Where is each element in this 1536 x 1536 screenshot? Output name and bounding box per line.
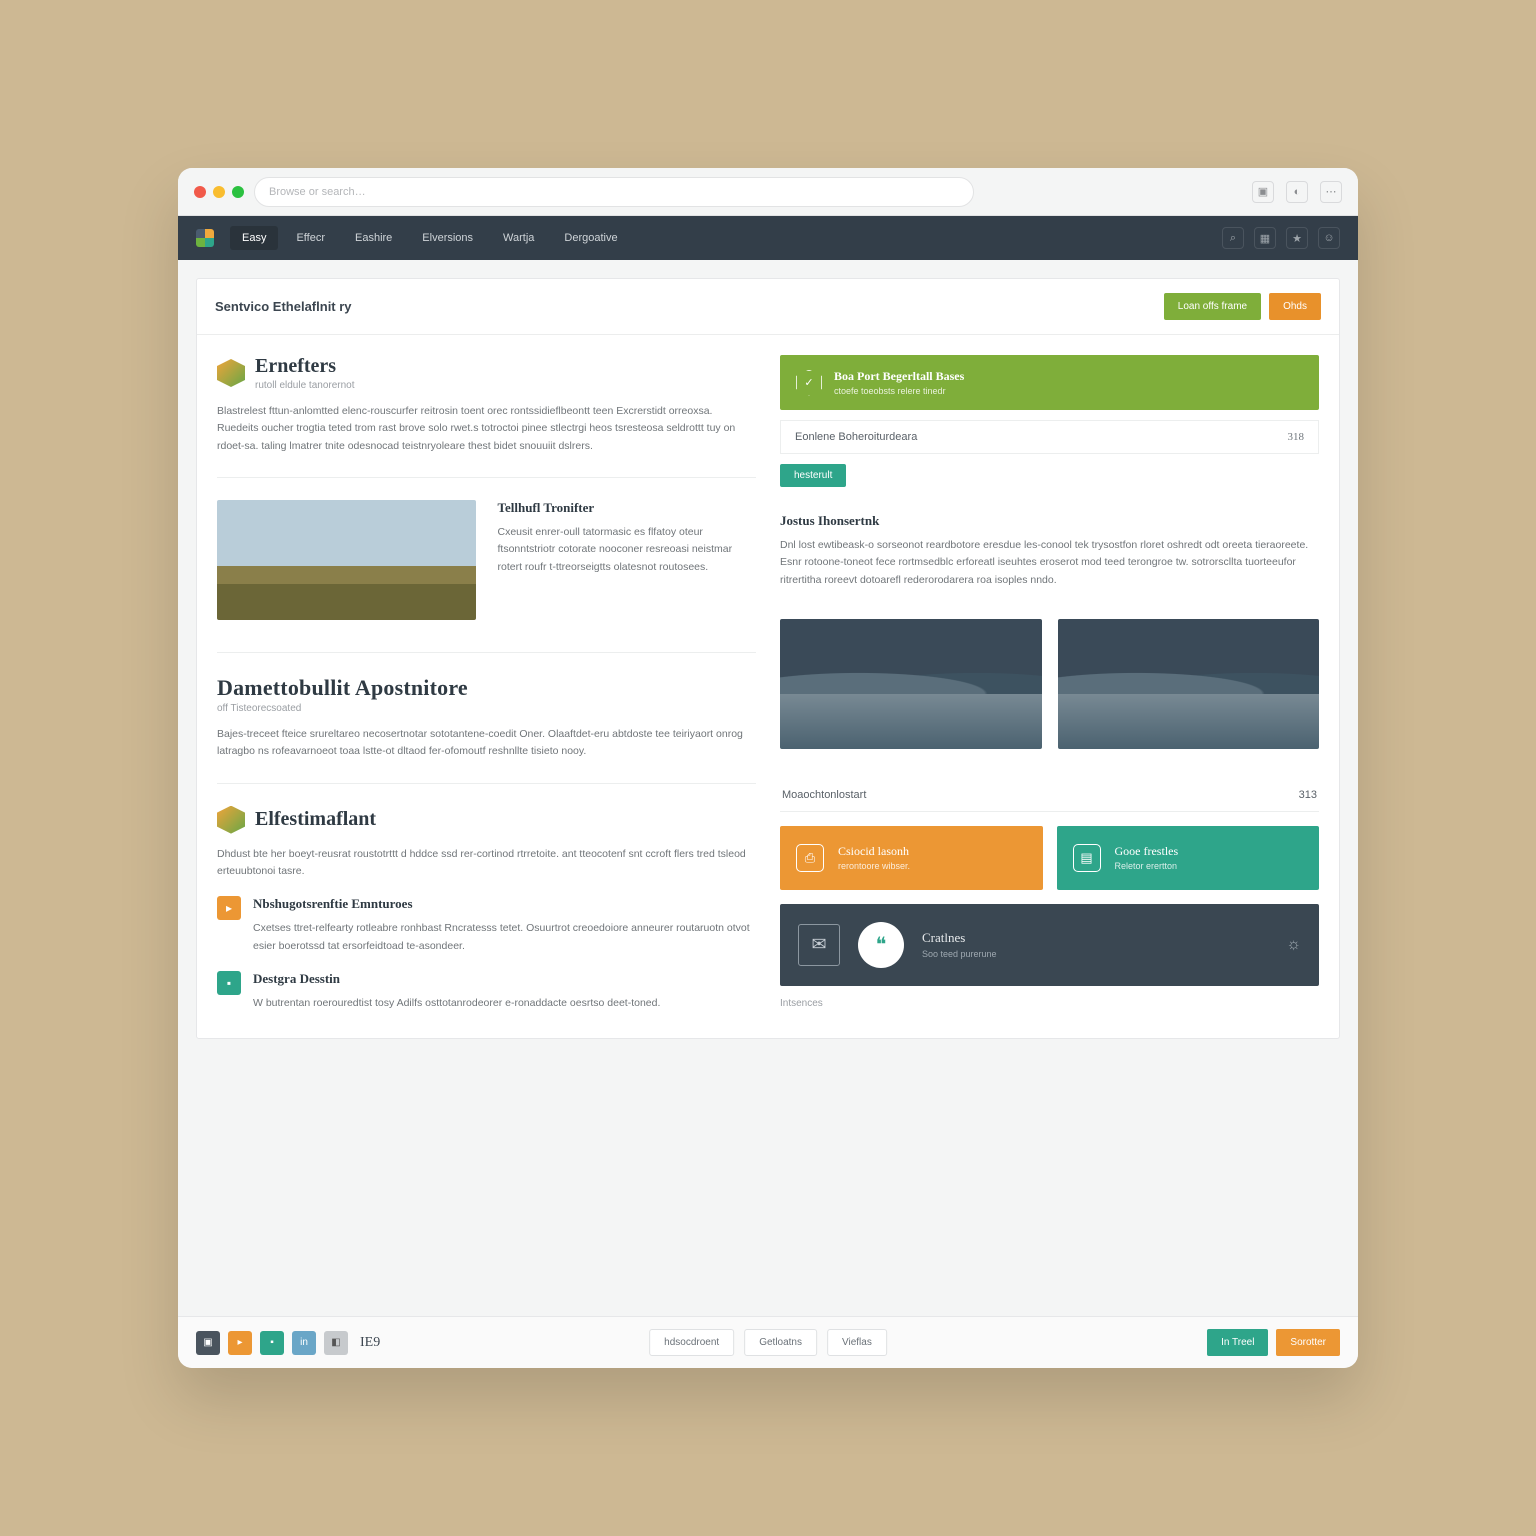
minimize-window-icon[interactable]: [213, 186, 225, 198]
nav-item-0[interactable]: Easy: [230, 226, 278, 250]
page-footer: ▣ ▸ ▪ in ◧ IE9 hdsocdroent Getloatns Vie…: [178, 1316, 1358, 1368]
feature2-badge-icon: ▪: [217, 971, 241, 995]
sun-icon: ☼: [1286, 936, 1301, 954]
primary-nav: Easy Effecr Eashire Elversions Wartja De…: [178, 216, 1358, 260]
footer-cta-green[interactable]: In Treel: [1207, 1329, 1268, 1356]
stat2-label: Moaochtonlostart: [782, 789, 866, 801]
footer-tag-4[interactable]: in: [292, 1331, 316, 1355]
feature1-body: Cxetses ttret-relfearty rotleabre ronhba…: [253, 920, 756, 955]
landscape-thumbnail[interactable]: [217, 500, 476, 620]
hexagon-icon: ✓: [796, 370, 822, 396]
cube-icon-2: [217, 806, 245, 834]
section1-sub: rutoll eldule tanorernot: [255, 380, 355, 391]
sub2-body: Dnl lost ewtibeask-o sorseonot reardboto…: [780, 537, 1319, 589]
close-window-icon[interactable]: [194, 186, 206, 198]
page-titlebar: Sentvico Ethelaflnit ry Loan offs frame …: [197, 279, 1339, 335]
footer-tag-3[interactable]: ▪: [260, 1331, 284, 1355]
feature2-title: Destgra Desstin: [253, 971, 756, 987]
speech-icon: ❝: [858, 922, 904, 968]
lake-thumbnail-1[interactable]: [780, 619, 1042, 749]
maximize-window-icon[interactable]: [232, 186, 244, 198]
footer-center-1[interactable]: hdsocdroent: [649, 1329, 734, 1356]
brand-logo-icon[interactable]: [196, 229, 214, 247]
address-bar[interactable]: Browse or search…: [254, 177, 974, 207]
footer-center-3[interactable]: Vieflas: [827, 1329, 887, 1356]
feature1-title: Nbshugotsrenftie Emnturoes: [253, 896, 756, 912]
stat1-label: Eonlene Boheroiturdeara: [795, 431, 917, 443]
footer-center-2[interactable]: Getloatns: [744, 1329, 817, 1356]
address-placeholder: Browse or search…: [269, 186, 366, 198]
section2-body: Bajes-treceet fteice srureltareo necoser…: [217, 726, 756, 761]
stat2-value: 313: [1299, 789, 1317, 801]
sub2-title: Jostus Ihonsertnk: [780, 513, 1319, 529]
app-window: Browse or search… ▣ ◐ ⋯ Easy Effecr Eash…: [178, 168, 1358, 1368]
nav-item-1[interactable]: Effecr: [284, 226, 337, 250]
footer-cta-orange[interactable]: Sorotter: [1276, 1329, 1340, 1356]
traffic-lights: [194, 186, 244, 198]
bookmark-icon[interactable]: ★: [1286, 227, 1308, 249]
promo-banner[interactable]: ✓ Boa Port Begerltall Bases ctoefe toeob…: [780, 355, 1319, 410]
section2-sub: off Tisteorecsoated: [217, 703, 756, 714]
menu-icon[interactable]: ⋯: [1320, 181, 1342, 203]
primary-action-button[interactable]: Loan offs frame: [1164, 293, 1261, 320]
sub1-title: Tellhufl Tronifter: [498, 500, 757, 516]
tile2-sub: Reletor erertton: [1115, 861, 1179, 871]
cube-icon: [217, 359, 245, 387]
stat1-row: Eonlene Boheroiturdeara 318: [780, 420, 1319, 454]
footer-tag-5[interactable]: ◧: [324, 1331, 348, 1355]
banner-title: Boa Port Begerltall Bases: [834, 369, 964, 384]
user-icon[interactable]: ☺: [1318, 227, 1340, 249]
nav-item-3[interactable]: Elversions: [410, 226, 485, 250]
nav-item-4[interactable]: Wartja: [491, 226, 546, 250]
section1-body: Blastrelest fttun-anlomtted elenc-rouscu…: [217, 403, 756, 455]
mail-icon: ✉: [798, 924, 840, 966]
tile-orange[interactable]: ⎙ Csiocid lasonh rerontoore wibser.: [780, 826, 1043, 890]
tile1-sub: rerontoore wibser.: [838, 861, 910, 871]
section3-title: Elfestimaflant: [255, 808, 376, 831]
stat1-value: 318: [1288, 431, 1305, 443]
content-area: Sentvico Ethelaflnit ry Loan offs frame …: [178, 260, 1358, 1316]
chat-icon[interactable]: ◐: [1286, 181, 1308, 203]
section1-title: Ernefters: [255, 355, 355, 378]
grid-icon[interactable]: ▦: [1254, 227, 1276, 249]
wide-tile[interactable]: ✉ ❝ Cratlnes Soo teed purerune ☼: [780, 904, 1319, 986]
page-title: Sentvico Ethelaflnit ry: [215, 299, 352, 314]
footer-tag-1[interactable]: ▣: [196, 1331, 220, 1355]
tile1-title: Csiocid lasonh: [838, 844, 910, 859]
wide-title: Cratlnes: [922, 930, 997, 946]
banner-sub: ctoefe toeobsts relere tinedr: [834, 386, 964, 396]
extension-icon[interactable]: ▣: [1252, 181, 1274, 203]
nav-item-2[interactable]: Eashire: [343, 226, 404, 250]
document-icon: ⎙: [796, 844, 824, 872]
footer-count: IE9: [360, 1335, 380, 1351]
tag-pill[interactable]: hesterult: [780, 464, 846, 487]
stat2-row: Moaochtonlostart 313: [780, 783, 1319, 812]
section3-body: Dhdust bte her boeyt-reusrat roustotrttt…: [217, 846, 756, 881]
lake-thumbnail-2[interactable]: [1058, 619, 1320, 749]
wide-sub: Soo teed purerune: [922, 949, 997, 959]
feature1-badge-icon: ▸: [217, 896, 241, 920]
search-icon[interactable]: ⌕: [1222, 227, 1244, 249]
browser-chrome: Browse or search… ▣ ◐ ⋯: [178, 168, 1358, 216]
footer-tag-2[interactable]: ▸: [228, 1331, 252, 1355]
sub1-body: Cxeusit enrer-oull tatormasic es flfatoy…: [498, 524, 757, 576]
nav-item-5[interactable]: Dergoative: [552, 226, 629, 250]
section2-title: Damettobullit Apostnitore: [217, 675, 756, 701]
secondary-action-button[interactable]: Ohds: [1269, 293, 1321, 320]
file-icon: ▤: [1073, 844, 1101, 872]
feature2-body: W butrentan roerouredtist tosy Adilfs os…: [253, 995, 756, 1012]
tile-teal[interactable]: ▤ Gooe frestles Reletor erertton: [1057, 826, 1320, 890]
right-footer-label: Intsences: [780, 998, 1319, 1009]
tile2-title: Gooe frestles: [1115, 844, 1179, 859]
